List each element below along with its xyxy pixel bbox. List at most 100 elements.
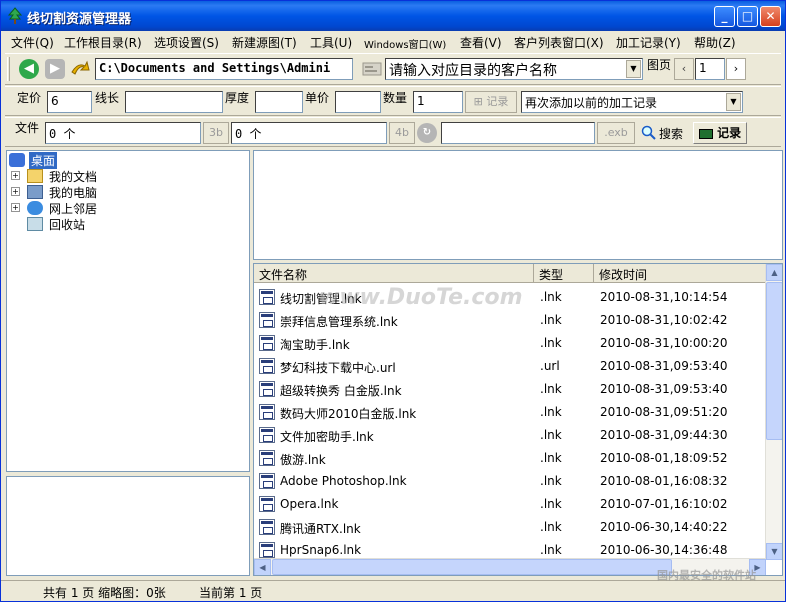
- file-modified-time: 2010-08-31,09:53:40: [600, 359, 728, 373]
- shortcut-file-icon: [259, 473, 275, 489]
- file-name: 淘宝助手.lnk: [280, 338, 350, 352]
- window-title: 线切割资源管理器: [27, 12, 132, 27]
- scroll-thumb[interactable]: [766, 282, 782, 440]
- search-button[interactable]: 搜索: [639, 122, 691, 144]
- table-row[interactable]: 傲游.lnk .lnk 2010-08-01,18:09:52: [254, 447, 766, 470]
- exb-button[interactable]: .exb: [597, 122, 635, 144]
- table-row[interactable]: 超级转换秀 白金版.lnk .lnk 2010-08-31,09:53:40: [254, 378, 766, 401]
- file-name: 超级转换秀 白金版.lnk: [280, 384, 402, 398]
- back-arrow-icon[interactable]: ◀: [19, 59, 39, 79]
- menu-options[interactable]: 选项设置(S): [154, 34, 219, 51]
- file-name: 文件加密助手.lnk: [280, 430, 374, 444]
- file-type: .lnk: [540, 405, 562, 419]
- file-label: 文件: [15, 121, 40, 135]
- vertical-scrollbar[interactable]: ▲ ▼: [765, 264, 782, 560]
- path-input[interactable]: C:\Documents and Settings\Admini: [95, 58, 353, 80]
- menu-view[interactable]: 查看(V): [460, 34, 502, 51]
- toolbar-grip[interactable]: [7, 57, 10, 81]
- navigation-toolbar: ◀ ▶ C:\Documents and Settings\Admini 请输入…: [5, 53, 781, 85]
- app-window: 线切割资源管理器 _ □ ✕ 文件(Q) 工作根目录(R) 选项设置(S) 新建…: [0, 0, 786, 602]
- close-button[interactable]: ✕: [760, 6, 781, 27]
- computer-icon: [27, 185, 43, 199]
- forward-arrow-icon[interactable]: ▶: [45, 59, 65, 79]
- menu-work-root[interactable]: 工作根目录(R): [64, 34, 142, 51]
- length-input[interactable]: [125, 91, 223, 113]
- file-modified-time: 2010-08-31,09:51:20: [600, 405, 728, 419]
- file-type: .lnk: [540, 543, 562, 557]
- menu-processing-record[interactable]: 加工记录(Y): [616, 34, 681, 51]
- next-page-button[interactable]: ›: [726, 58, 746, 80]
- table-row[interactable]: 线切割管理.lnk .lnk 2010-08-31,10:14:54: [254, 286, 766, 309]
- add-record-button[interactable]: ⊞ 记录: [465, 91, 517, 113]
- file-type: .lnk: [540, 313, 562, 327]
- column-header-name[interactable]: 文件名称: [254, 264, 534, 283]
- menu-tools[interactable]: 工具(U): [310, 34, 352, 51]
- scroll-down-icon[interactable]: ▼: [766, 543, 782, 560]
- table-row[interactable]: 数码大师2010白金版.lnk .lnk 2010-08-31,09:51:20: [254, 401, 766, 424]
- menu-customer-list[interactable]: 客户列表窗口(X): [514, 34, 604, 51]
- file-type: .lnk: [540, 428, 562, 442]
- thickness-input[interactable]: [255, 91, 303, 113]
- file-type: .lnk: [540, 520, 562, 534]
- thickness-label: 厚度: [225, 91, 250, 105]
- table-row[interactable]: 崇拜信息管理系统.lnk .lnk 2010-08-31,10:02:42: [254, 309, 766, 332]
- tree-item-label: 网上邻居: [49, 202, 98, 216]
- record-label: 记录: [717, 126, 742, 140]
- file-list[interactable]: 文件名称 类型 修改时间 线切割管理.lnk .lnk 2010-08-31,10:…: [253, 263, 783, 576]
- unit-price-input[interactable]: [335, 91, 381, 113]
- refresh-icon[interactable]: ↻: [417, 123, 437, 143]
- 3b-button[interactable]: 3b: [203, 122, 229, 144]
- expand-icon[interactable]: +: [11, 171, 20, 180]
- table-row[interactable]: Opera.lnk .lnk 2010-07-01,16:10:02: [254, 493, 766, 516]
- chevron-down-icon[interactable]: ▼: [726, 93, 741, 111]
- file-modified-time: 2010-06-30,14:40:22: [600, 520, 728, 534]
- column-header-time[interactable]: 修改时间: [594, 264, 766, 283]
- shortcut-file-icon: [259, 542, 275, 558]
- column-header-type[interactable]: 类型: [534, 264, 594, 283]
- file-modified-time: 2010-06-30,14:36:48: [600, 543, 728, 557]
- scroll-thumb-horizontal[interactable]: [272, 559, 672, 575]
- maximize-button[interactable]: □: [737, 6, 758, 27]
- expand-icon[interactable]: +: [11, 187, 20, 196]
- scroll-right-icon[interactable]: ▶: [749, 559, 766, 575]
- table-row[interactable]: 文件加密助手.lnk .lnk 2010-08-31,09:44:30: [254, 424, 766, 447]
- menu-windows[interactable]: Windows窗口(W): [364, 36, 446, 51]
- history-record-select[interactable]: 再次添加以前的加工记录 ▼: [521, 91, 743, 113]
- menu-file[interactable]: 文件(Q): [11, 34, 54, 51]
- app-tree-icon: [7, 7, 23, 24]
- prev-page-button[interactable]: ‹: [674, 58, 694, 80]
- title-bar[interactable]: 线切割资源管理器 _ □ ✕: [1, 1, 785, 31]
- menu-new-source[interactable]: 新建源图(T): [232, 34, 297, 51]
- file-modified-time: 2010-08-31,10:02:42: [600, 313, 728, 327]
- shortcut-file-icon: [259, 335, 275, 351]
- file-type: .lnk: [540, 290, 562, 304]
- file-toolbar: 文件 0 个 3b 0 个 4b ↻ .exb 搜索 记录: [5, 117, 781, 147]
- quantity-input[interactable]: 1: [413, 91, 463, 113]
- table-row[interactable]: 淘宝助手.lnk .lnk 2010-08-31,10:00:20: [254, 332, 766, 355]
- globe-icon: [27, 201, 43, 215]
- scroll-left-icon[interactable]: ◀: [254, 559, 271, 575]
- file-name: Opera.lnk: [280, 497, 339, 511]
- up-folder-icon[interactable]: [69, 58, 91, 80]
- folder-tree[interactable]: 桌面 + 我的文档 + 我的电脑 + 网上邻居 回收站: [6, 150, 250, 472]
- horizontal-scrollbar[interactable]: ◀ ▶: [254, 558, 766, 575]
- record-button[interactable]: 记录: [693, 122, 747, 144]
- thumbnail-pane: [253, 150, 783, 260]
- page-number-input[interactable]: 1: [695, 58, 725, 80]
- length-label: 线长: [95, 91, 120, 105]
- chevron-down-icon[interactable]: ▼: [626, 60, 641, 78]
- scroll-up-icon[interactable]: ▲: [766, 264, 782, 281]
- expand-icon[interactable]: +: [11, 203, 20, 212]
- price-input[interactable]: 6: [47, 91, 92, 113]
- table-row[interactable]: 腾讯通RTX.lnk .lnk 2010-06-30,14:40:22: [254, 516, 766, 539]
- customer-name-select[interactable]: 请输入对应目录的客户名称 ▼: [385, 58, 643, 80]
- file-name: 数码大师2010白金版.lnk: [280, 407, 417, 421]
- menu-bar: 文件(Q) 工作根目录(R) 选项设置(S) 新建源图(T) 工具(U) Win…: [1, 31, 785, 51]
- menu-help[interactable]: 帮助(Z): [694, 34, 736, 51]
- file-modified-time: 2010-08-31,09:53:40: [600, 382, 728, 396]
- table-row[interactable]: Adobe Photoshop.lnk .lnk 2010-08-01,16:08:…: [254, 470, 766, 493]
- table-row[interactable]: 梦幻科技下载中心.url .url 2010-08-31,09:53:40: [254, 355, 766, 378]
- exb-file-input[interactable]: [441, 122, 595, 144]
- minimize-button[interactable]: _: [714, 6, 735, 27]
- 4b-button[interactable]: 4b: [389, 122, 415, 144]
